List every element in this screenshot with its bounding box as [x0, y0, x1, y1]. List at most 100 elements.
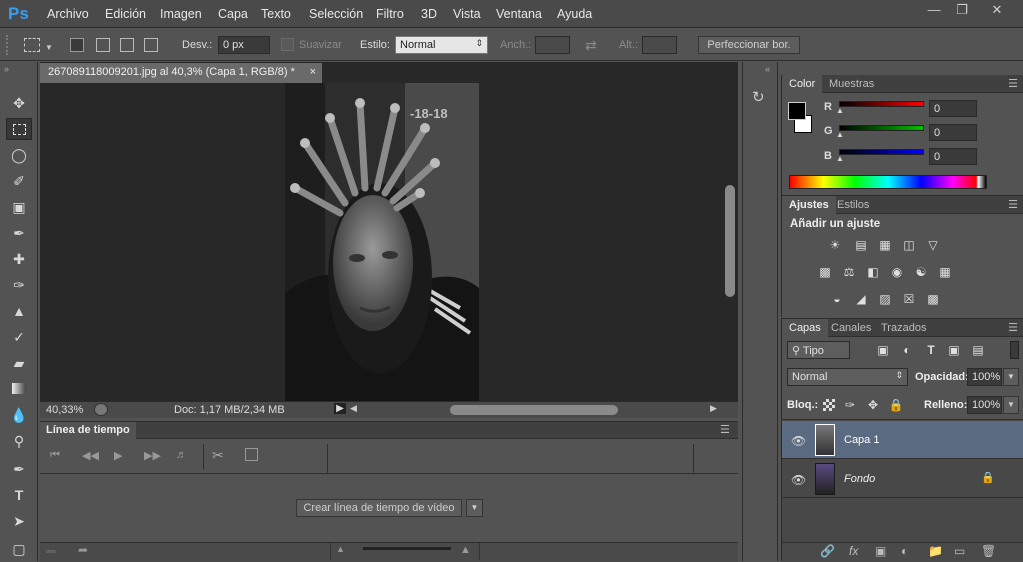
menu-filtro[interactable]: Filtro	[376, 7, 404, 21]
vibrance-icon[interactable]: ▽	[925, 238, 941, 252]
clone-stamp-tool-icon[interactable]: ▲	[6, 300, 32, 322]
antialias-checkbox[interactable]	[281, 38, 294, 51]
path-selection-tool-icon[interactable]: ➤	[6, 510, 32, 532]
new-adjustment-icon[interactable]: ◐	[901, 544, 908, 558]
pen-tool-icon[interactable]: ✒	[6, 458, 32, 480]
panel-menu-icon[interactable]: ☰	[1008, 198, 1018, 211]
filter-type-icon[interactable]: T	[923, 343, 939, 357]
intersect-selection-icon[interactable]	[144, 38, 158, 52]
tab-paths[interactable]: Trazados	[874, 319, 933, 337]
chevron-down-icon[interactable]: ▼	[45, 43, 53, 52]
rectangle-tool-icon[interactable]: ▢	[6, 538, 32, 560]
menu-imagen[interactable]: Imagen	[160, 7, 202, 21]
threshold-icon[interactable]: ▨	[877, 292, 893, 306]
gradient-tool-icon[interactable]	[6, 378, 32, 400]
next-frame-icon[interactable]: ▶▶	[144, 449, 161, 462]
invert-icon[interactable]: ◒	[829, 292, 845, 306]
menu-vista[interactable]: Vista	[453, 7, 481, 21]
color-spectrum-bar[interactable]	[789, 175, 987, 189]
transition-icon[interactable]	[245, 448, 258, 461]
convert-icon[interactable]: ➦	[78, 543, 88, 557]
lock-position-icon[interactable]: ✥	[865, 398, 881, 412]
menu-ventana[interactable]: Ventana	[496, 7, 542, 21]
add-selection-icon[interactable]	[96, 38, 110, 52]
b-slider[interactable]	[839, 149, 924, 155]
subtract-selection-icon[interactable]	[120, 38, 134, 52]
layer-name[interactable]: Fondo	[844, 473, 875, 485]
timeline-options-dropdown[interactable]: ▼	[466, 499, 483, 517]
new-layer-icon[interactable]: ▭	[954, 544, 965, 558]
photo-filter-icon[interactable]: ◉	[889, 265, 905, 279]
menu-capa[interactable]: Capa	[218, 7, 248, 21]
layer-style-icon[interactable]: fx	[849, 544, 858, 558]
fill-input[interactable]: 100%	[967, 396, 1002, 414]
zoom-level[interactable]: 40,33%	[46, 404, 83, 416]
brush-tool-icon[interactable]: ✑	[6, 274, 32, 296]
scroll-left-icon[interactable]: ◀	[350, 403, 357, 414]
menu-archivo[interactable]: Archivo	[47, 7, 89, 21]
marquee-tool-icon[interactable]	[6, 118, 32, 140]
timeline-tab[interactable]: Línea de tiempo	[40, 422, 136, 439]
layer-row[interactable]: 👁 Fondo 🔒	[782, 460, 1023, 498]
filter-pixel-icon[interactable]: ▣	[875, 343, 891, 357]
height-input[interactable]	[642, 36, 677, 54]
posterize-icon[interactable]: ◢	[853, 292, 869, 306]
history-brush-tool-icon[interactable]: ✓	[6, 326, 32, 348]
move-tool-icon[interactable]: ✥	[6, 92, 32, 114]
frame-animation-icon[interactable]: ▫▫▫	[46, 546, 56, 556]
opacity-input[interactable]: 100%	[967, 368, 1002, 386]
new-selection-icon[interactable]	[70, 38, 84, 52]
panel-menu-icon[interactable]: ☰	[720, 423, 730, 436]
add-mask-icon[interactable]: ▣	[875, 544, 886, 558]
lock-pixels-icon[interactable]: ✑	[842, 398, 858, 412]
color-balance-icon[interactable]: ⚖	[841, 265, 857, 279]
panel-menu-icon[interactable]: ☰	[1008, 77, 1018, 90]
hue-saturation-icon[interactable]: ▩	[817, 265, 833, 279]
foreground-color-swatch[interactable]	[788, 102, 806, 120]
delete-layer-icon[interactable]: 🗑	[981, 544, 996, 558]
eye-icon[interactable]: 👁	[791, 473, 806, 487]
new-group-icon[interactable]: 📁	[928, 544, 943, 558]
prev-frame-icon[interactable]: ◀◀	[82, 449, 99, 462]
filter-adjustment-icon[interactable]: ◐	[899, 343, 915, 357]
menu-texto[interactable]: Texto	[261, 7, 291, 21]
scissors-icon[interactable]: ✂	[212, 447, 224, 464]
g-slider-thumb-icon[interactable]: ▲	[836, 130, 844, 139]
scroll-right-icon[interactable]: ▶	[710, 403, 717, 414]
status-menu-arrow-icon[interactable]: ▶	[334, 403, 346, 414]
g-value-input[interactable]: 0	[929, 124, 977, 141]
close-icon[interactable]: ✕	[985, 2, 1009, 20]
tab-styles[interactable]: Estilos	[830, 196, 876, 214]
create-video-timeline-button[interactable]: Crear línea de tiempo de vídeo	[296, 499, 462, 517]
brightness-icon[interactable]: ☀	[827, 238, 843, 252]
layer-filter-select[interactable]: ⚲ Tipo	[787, 341, 850, 359]
canvas-image[interactable]: -18-18	[285, 83, 479, 401]
tab-swatches[interactable]: Muestras	[822, 75, 881, 93]
swap-icon[interactable]: ⇄	[585, 37, 597, 54]
gradient-map-icon[interactable]: ▩	[925, 292, 941, 306]
levels-icon[interactable]: ▤	[853, 238, 869, 252]
vertical-scrollbar-thumb[interactable]	[725, 185, 735, 297]
tab-adjustments[interactable]: Ajustes	[782, 196, 836, 214]
width-input[interactable]	[535, 36, 570, 54]
filter-toggle[interactable]	[1010, 341, 1019, 359]
horizontal-scrollbar-thumb[interactable]	[450, 405, 618, 415]
selective-color-icon[interactable]: ☒	[901, 292, 917, 306]
marquee-preset-icon[interactable]	[24, 38, 40, 52]
lock-transparent-icon[interactable]	[823, 399, 835, 411]
opacity-dropdown-icon[interactable]: ▼	[1003, 368, 1019, 386]
type-tool-icon[interactable]: T	[6, 484, 32, 506]
collapse-icon[interactable]: »	[4, 64, 9, 74]
link-layers-icon[interactable]: 🔗	[820, 544, 835, 558]
filter-smart-object-icon[interactable]: ▤	[970, 343, 986, 357]
lock-all-icon[interactable]: 🔒	[888, 398, 904, 412]
healing-brush-tool-icon[interactable]: ✚	[6, 248, 32, 270]
dock-expand-icon[interactable]: «	[765, 64, 770, 74]
tab-layers[interactable]: Capas	[782, 319, 828, 337]
close-tab-icon[interactable]: ×	[310, 66, 316, 78]
feather-input[interactable]: 0 px	[218, 36, 270, 54]
r-slider-thumb-icon[interactable]: ▲	[836, 106, 844, 115]
g-slider[interactable]	[839, 125, 924, 131]
eyedropper-tool-icon[interactable]: ✒	[6, 222, 32, 244]
exposure-icon[interactable]: ◫	[901, 238, 917, 252]
